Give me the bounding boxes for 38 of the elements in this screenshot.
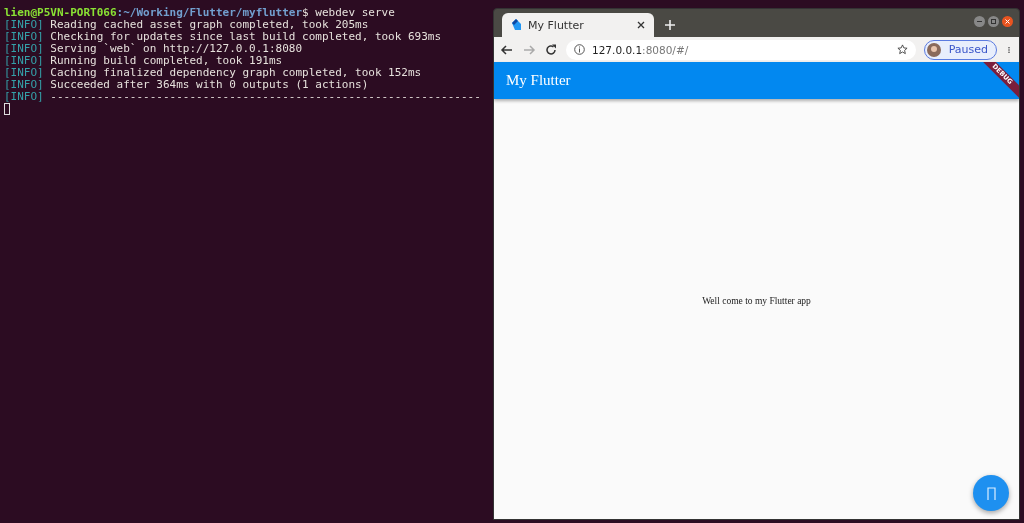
- log-line: -----------------------------------------------------------------: [49, 91, 481, 103]
- tab-title: My Flutter: [528, 18, 585, 32]
- close-icon[interactable]: [636, 20, 646, 30]
- log-tag: [INFO]: [4, 55, 44, 67]
- app-title: My Flutter: [506, 72, 571, 89]
- prompt-user: lien@P5VN-PORT066: [4, 7, 117, 19]
- floating-action-button[interactable]: [973, 475, 1009, 511]
- star-icon[interactable]: [896, 44, 908, 55]
- prompt-path: :~/Working/Flutter/myflutter: [116, 7, 303, 19]
- new-tab-icon[interactable]: [662, 17, 678, 33]
- log-line: Checking for updates since last build completed, took 693ms: [49, 31, 442, 43]
- log-line: Serving `web` on http://127.0.0.1:8080: [49, 43, 303, 55]
- minimize-icon[interactable]: [974, 16, 985, 27]
- cursor: [4, 103, 10, 115]
- log-tag: [INFO]: [4, 79, 44, 91]
- close-icon[interactable]: [1002, 16, 1013, 27]
- log-tag: [INFO]: [4, 19, 44, 31]
- profile-button[interactable]: Paused: [923, 39, 997, 60]
- log-tag: [INFO]: [4, 91, 44, 103]
- log-line: Caching finalized dependency graph completed, took 152ms: [49, 67, 422, 79]
- command-text: webdev serve: [314, 7, 395, 19]
- log-line: Reading cached asset graph completed, took 205ms: [49, 19, 369, 31]
- info-icon: [574, 44, 585, 55]
- prompt-symbol: $: [302, 7, 309, 19]
- log-tag: [INFO]: [4, 67, 44, 79]
- maximize-icon[interactable]: [988, 16, 999, 27]
- box-glyph-icon: [986, 486, 996, 500]
- log-tag: [INFO]: [4, 31, 44, 43]
- log-line: Succeeded after 364ms with 0 outputs (1 actions): [49, 79, 369, 91]
- reload-icon[interactable]: [544, 42, 558, 57]
- browser-tab[interactable]: My Flutter: [502, 13, 654, 37]
- url-text: 127.0.0.1:8080/#/: [592, 43, 690, 56]
- avatar-icon: [926, 42, 941, 57]
- address-bar[interactable]: 127.0.0.1:8080/#/: [566, 39, 916, 60]
- log-tag: [INFO]: [4, 43, 44, 55]
- log-line: Running build completed, took 191ms: [49, 55, 283, 67]
- back-icon[interactable]: [500, 42, 514, 57]
- body-text: Well come to my Flutter app: [702, 296, 811, 306]
